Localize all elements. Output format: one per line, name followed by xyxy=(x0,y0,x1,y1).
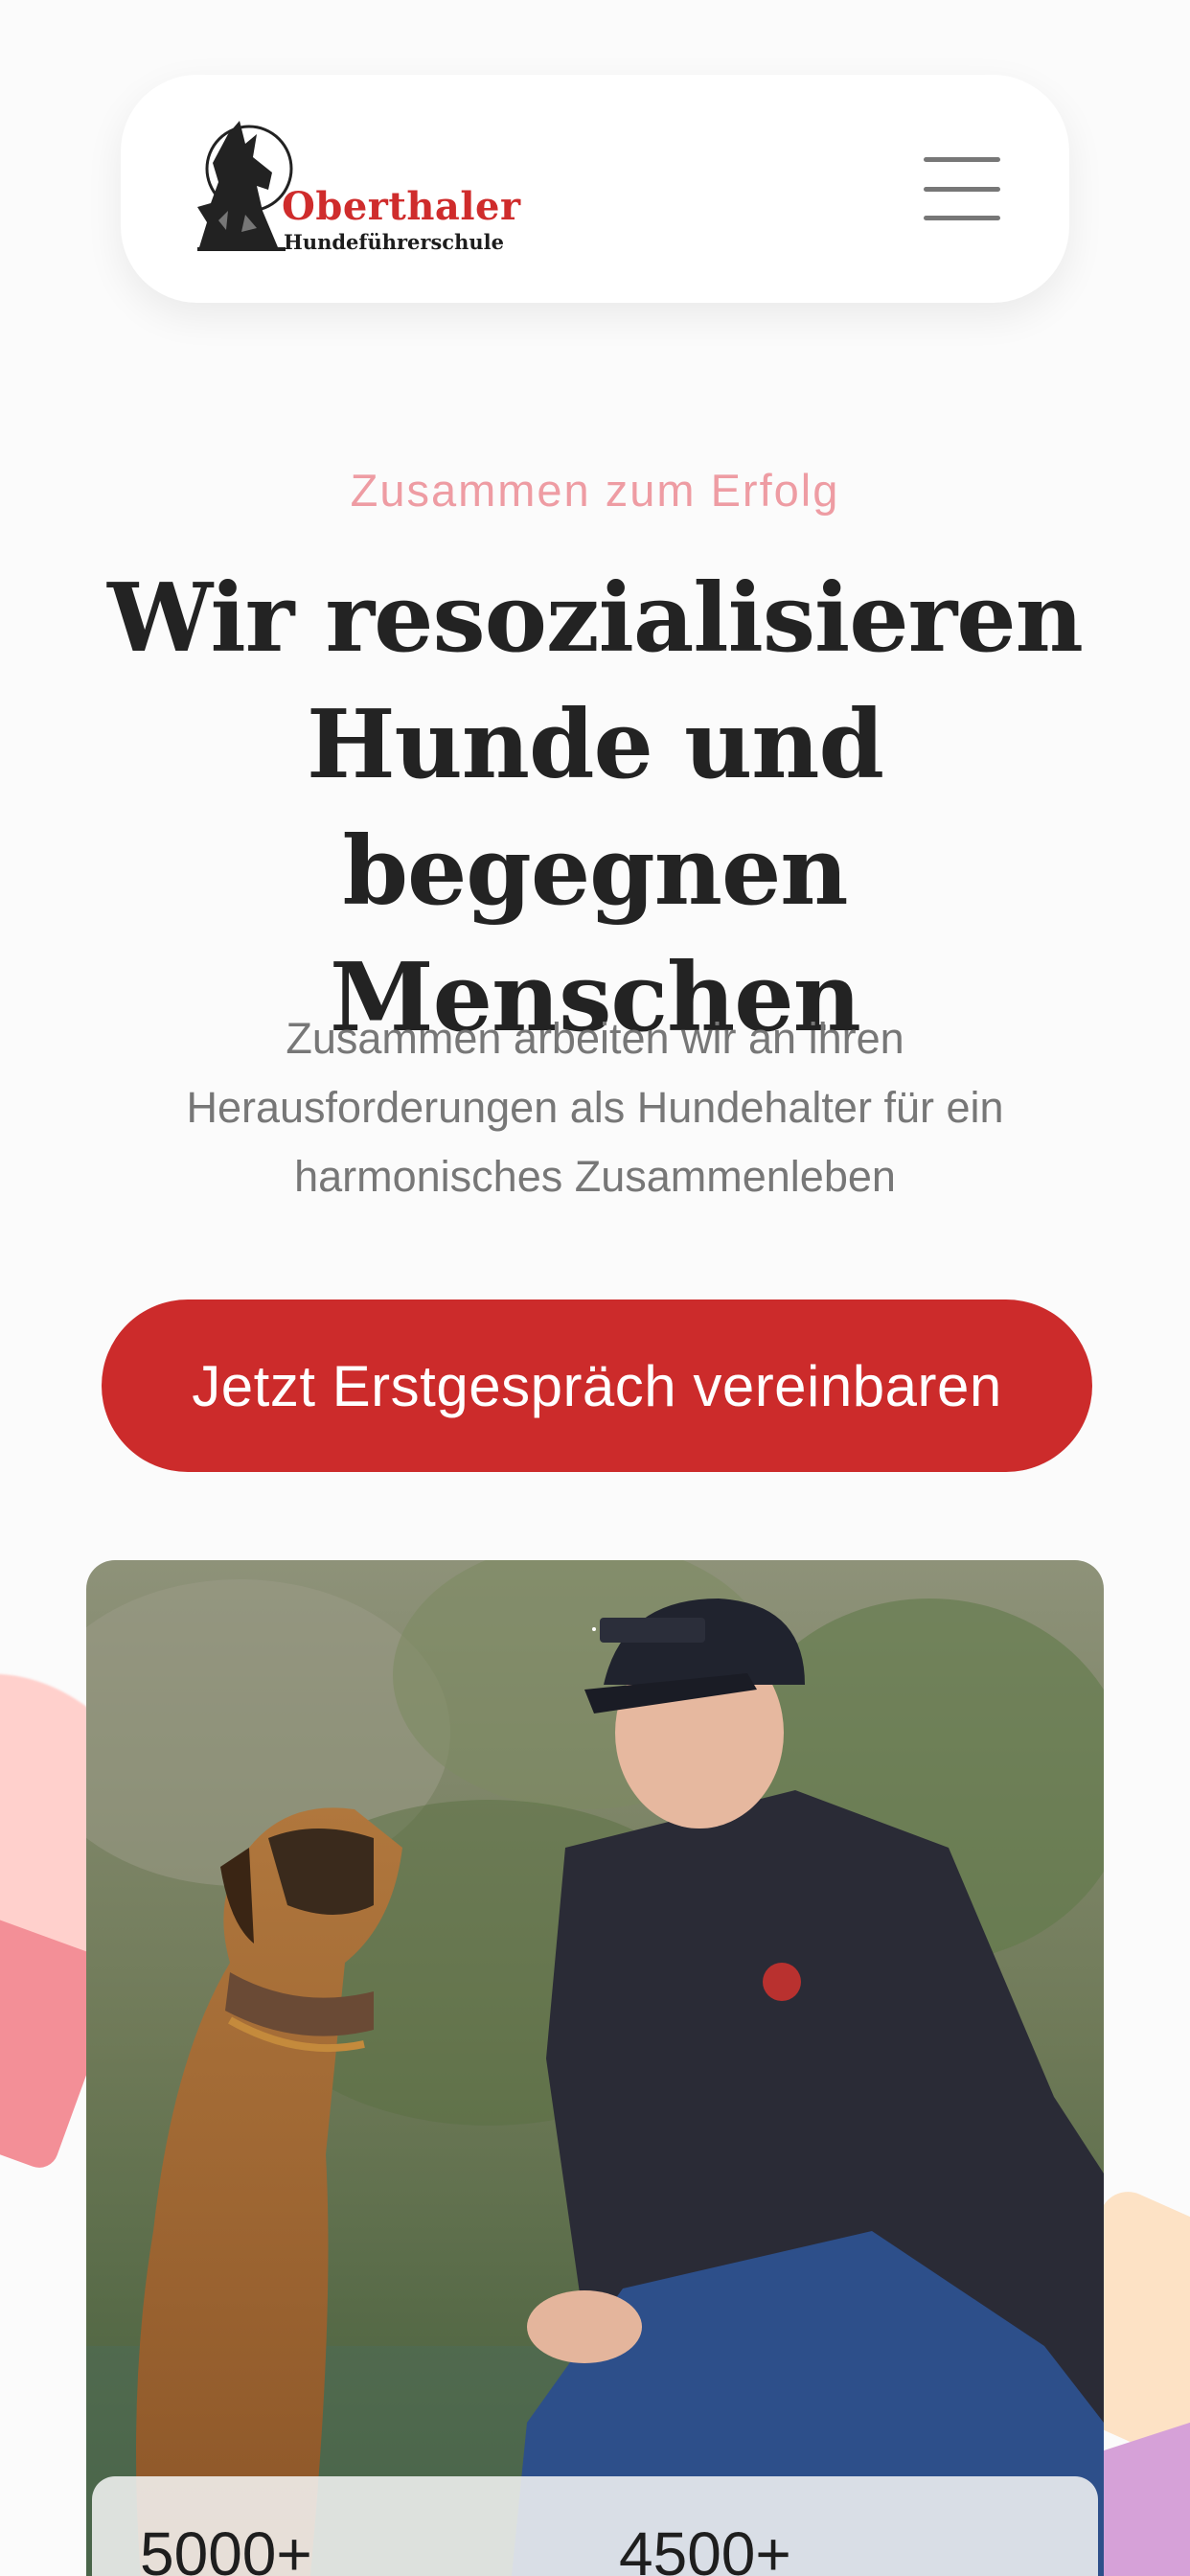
hero-headline: Wir resozialisieren Hunde und begegnen M… xyxy=(38,556,1152,1062)
hero-eyebrow: Zusammen zum Erfolg xyxy=(350,465,840,516)
subtext-line: harmonisches Zusammenleben xyxy=(294,1152,896,1201)
menu-line xyxy=(924,157,1000,162)
wolf-logo-icon xyxy=(197,121,293,251)
logo-subtitle: Hundeführerschule xyxy=(284,230,504,254)
headline-line: Wir resozialisieren xyxy=(107,564,1084,674)
stat-value: 4500+ xyxy=(619,2519,791,2576)
menu-line xyxy=(924,186,1000,192)
logo-name: Oberthaler xyxy=(282,184,521,229)
hero-subtext: Zusammen arbeiten wir an ihren Herausfor… xyxy=(115,1004,1075,1211)
subtext-line: Herausforderungen als Hundehalter für ei… xyxy=(186,1083,1004,1132)
trainer-with-dog-image xyxy=(86,1560,1104,2576)
page: Oberthaler Hundeführerschule Zusammen zu… xyxy=(0,0,1190,2576)
hamburger-menu-icon[interactable] xyxy=(924,157,1000,220)
stat-value: 5000+ xyxy=(140,2519,312,2576)
subtext-line: Zusammen arbeiten wir an ihren xyxy=(286,1014,904,1063)
cta-button[interactable]: Jetzt Erstgespräch vereinbaren xyxy=(102,1300,1092,1472)
hero-photo: 5000+ 4500+ xyxy=(86,1560,1104,2576)
menu-line xyxy=(924,216,1000,220)
headline-line: Hunde und begegnen xyxy=(306,690,884,927)
logo-link[interactable]: Oberthaler Hundeführerschule xyxy=(190,115,535,259)
site-header: Oberthaler Hundeführerschule xyxy=(121,75,1069,303)
